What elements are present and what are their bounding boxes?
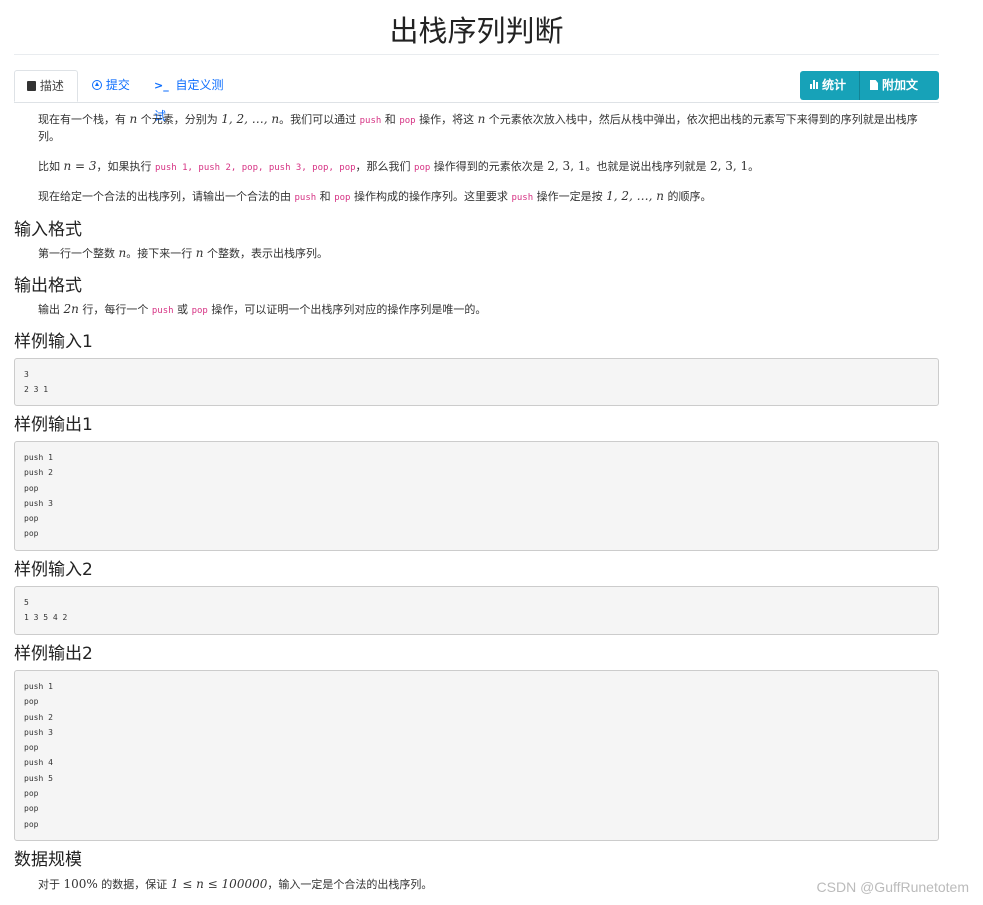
sample-output-2-block[interactable]: push 1 pop push 2 push 3 pop push 4 push… [14, 670, 939, 841]
code-line: 1 3 5 4 2 [24, 613, 68, 623]
text: ，输入一定是个合法的出栈序列。 [267, 878, 433, 891]
code-pop: pop [399, 116, 416, 126]
text: 操作构成的操作序列。这里要求 [350, 190, 512, 203]
code-push: push [151, 306, 174, 316]
math-sequence: 1, 2, …, n [606, 189, 665, 203]
text: ，那么我们 [355, 160, 415, 173]
sample-input-2-block[interactable]: 5 1 3 5 4 2 [14, 586, 939, 635]
text: 现在给定一个合法的出栈序列，请输出一个合法的由 [38, 190, 295, 203]
description-paragraph-1: 现在有一个栈，有 n 个元素，分别为 1, 2, …, n。我们可以通过 pus… [14, 111, 939, 145]
sample-input-1-heading: 样例输入1 [14, 332, 93, 352]
upload-circle-icon [92, 80, 102, 90]
code-line: pop [24, 819, 39, 829]
code-line: pop [24, 804, 39, 814]
text: 的数据，保证 [97, 878, 171, 891]
math-n-equals-3: n = 3 [63, 159, 97, 173]
text: 和 [381, 113, 400, 126]
output-format-text: 输出 2n 行，每行一个 push 或 pop 操作，可以证明一个出栈序列对应的… [14, 301, 939, 319]
text: 。 [748, 160, 760, 173]
text: 操作，可以证明一个出栈序列对应的操作序列是唯一的。 [207, 303, 487, 316]
math-2n: 2n [63, 302, 79, 316]
tab-custom-test[interactable]: >_ 自定义测试 [142, 70, 242, 123]
watermark: CSDN @GuffRunetotem [816, 879, 969, 895]
sample-input-1-block[interactable]: 3 2 3 1 [14, 358, 939, 406]
code-line: 2 3 1 [24, 385, 49, 395]
tab-description[interactable]: 描述 [14, 70, 78, 102]
code-line: push 5 [24, 773, 53, 783]
stats-button-label: 统计 [822, 78, 847, 92]
code-pop: pop [191, 306, 208, 316]
description-paragraph-2: 比如 n = 3，如果执行 push 1, push 2, pop, push … [14, 158, 939, 176]
code-pop: pop [334, 193, 351, 203]
tab-submit-label: 提交 [105, 78, 130, 92]
code-line: push 4 [24, 758, 53, 768]
code-line: push 1 [24, 682, 53, 691]
text: 对于 [38, 878, 64, 891]
text: 比如 [38, 160, 64, 173]
text: 现在有一个栈，有 [38, 113, 130, 126]
data-limits-text: 对于 100% 的数据，保证 1 ≤ n ≤ 100000，输入一定是个合法的出… [14, 876, 939, 893]
code-line: pop [24, 789, 39, 799]
text: 和 [316, 190, 335, 203]
code-line: pop [24, 697, 39, 707]
code-line: push 1 [24, 453, 53, 462]
code-pop: pop [414, 163, 431, 173]
math-percent: 100% [63, 877, 98, 891]
code-line: 5 [24, 598, 29, 607]
data-limits-heading: 数据规模 [14, 850, 82, 870]
text: 操作，将这 [415, 113, 478, 126]
code-push: push [294, 193, 317, 203]
math-sequence: 1, 2, …, n [221, 112, 280, 126]
text: 行，每行一个 [78, 303, 152, 316]
code-line: pop [24, 529, 39, 539]
code-line: push 2 [24, 712, 53, 722]
file-icon [870, 80, 878, 90]
stats-button[interactable]: 统计 [800, 71, 859, 100]
page-title: 出栈序列判断 [14, 8, 939, 55]
input-format-text: 第一行一个整数 n。接下来一行 n 个整数，表示出栈序列。 [14, 245, 939, 262]
code-line: pop [24, 514, 39, 524]
code-push: push [359, 116, 382, 126]
code-line: push 3 [24, 727, 53, 737]
book-icon [27, 81, 36, 91]
text: 或 [173, 303, 192, 316]
output-format-heading: 输出格式 [14, 276, 82, 296]
description-paragraph-3: 现在给定一个合法的出栈序列，请输出一个合法的由 push 和 pop 操作构成的… [14, 188, 939, 206]
terminal-icon: >_ [154, 79, 169, 92]
math-sequence: 2, 3, 1 [709, 159, 749, 173]
text: 的顺序。 [664, 190, 712, 203]
sample-input-2-heading: 样例输入2 [14, 560, 93, 580]
text: 第一行一个整数 [38, 247, 119, 260]
sample-output-1-heading: 样例输出1 [14, 415, 93, 435]
code-line: pop [24, 483, 39, 493]
text: 。也就是说出栈序列就是 [585, 160, 710, 173]
input-format-heading: 输入格式 [14, 220, 82, 240]
sample-output-1-block[interactable]: push 1 push 2 pop push 3 pop pop [14, 441, 939, 551]
tab-description-label: 描述 [39, 79, 64, 93]
tab-submit[interactable]: 提交 [80, 70, 142, 101]
text: 。接下来一行 [126, 247, 196, 260]
math-range: 1 ≤ n ≤ 100000 [170, 877, 268, 891]
text: 操作一定是按 [533, 190, 607, 203]
code-line: 3 [24, 370, 29, 379]
text: 输出 [38, 303, 64, 316]
text: 。我们可以通过 [279, 113, 360, 126]
code-push: push [511, 193, 534, 203]
code-line: pop [24, 743, 39, 753]
code-line: push 2 [24, 468, 53, 478]
code-operations: push 1, push 2, pop, push 3, pop, pop [155, 163, 356, 173]
text: 个整数，表示出栈序列。 [203, 247, 328, 260]
text: 操作得到的元素依次是 [430, 160, 548, 173]
attachment-button[interactable]: 附加文件 [859, 71, 939, 121]
code-line: push 3 [24, 498, 53, 508]
bar-chart-icon [810, 80, 819, 89]
text: 个元素，分别为 [137, 113, 222, 126]
text: ，如果执行 [96, 160, 156, 173]
math-sequence: 2, 3, 1 [547, 159, 586, 173]
sample-output-2-heading: 样例输出2 [14, 644, 93, 664]
